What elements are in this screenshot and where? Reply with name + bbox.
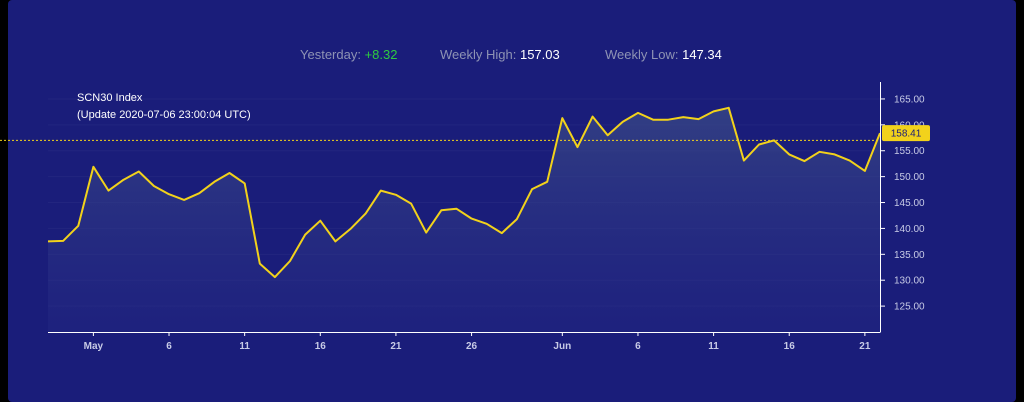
y-tick-label: 145.00 <box>894 198 925 209</box>
x-tick-label: 6 <box>635 341 641 352</box>
chart-title: SCN30 Index (Update 2020-07-06 23:00:04 … <box>77 90 251 124</box>
chart-title-update: (Update 2020-07-06 23:00:04 UTC) <box>77 109 251 121</box>
price-chart[interactable]: 125.00 130.00 135.00 140.00 145.00 150.00 155.… <box>0 0 1024 402</box>
y-tick-label: 140.00 <box>894 224 925 235</box>
y-tick-label: 125.00 <box>894 302 925 313</box>
x-tick-label: 11 <box>239 341 250 352</box>
current-price-tag: 158.41 <box>882 125 930 142</box>
x-axis-ticks: May 6 11 16 21 26 Jun 6 11 16 21 <box>84 332 871 352</box>
y-tick-label: 130.00 <box>894 276 925 287</box>
chart-title-name: SCN30 Index <box>77 92 143 104</box>
y-tick-label: 165.00 <box>894 94 925 105</box>
y-tick-label: 150.00 <box>894 172 925 183</box>
x-tick-label: 26 <box>466 341 478 352</box>
x-tick-label: 6 <box>166 341 172 352</box>
y-tick-label: 135.00 <box>894 250 925 261</box>
x-tick-label: 16 <box>784 341 796 352</box>
y-tick-label: 155.00 <box>894 146 925 157</box>
x-tick-label: 11 <box>708 341 719 352</box>
x-tick-label: 21 <box>390 341 402 352</box>
price-area-fill <box>48 107 880 332</box>
x-tick-label: Jun <box>553 341 571 352</box>
x-tick-label: May <box>84 341 104 352</box>
x-tick-label: 16 <box>315 341 327 352</box>
current-price-value: 158.41 <box>891 129 922 140</box>
x-tick-label: 21 <box>859 341 871 352</box>
